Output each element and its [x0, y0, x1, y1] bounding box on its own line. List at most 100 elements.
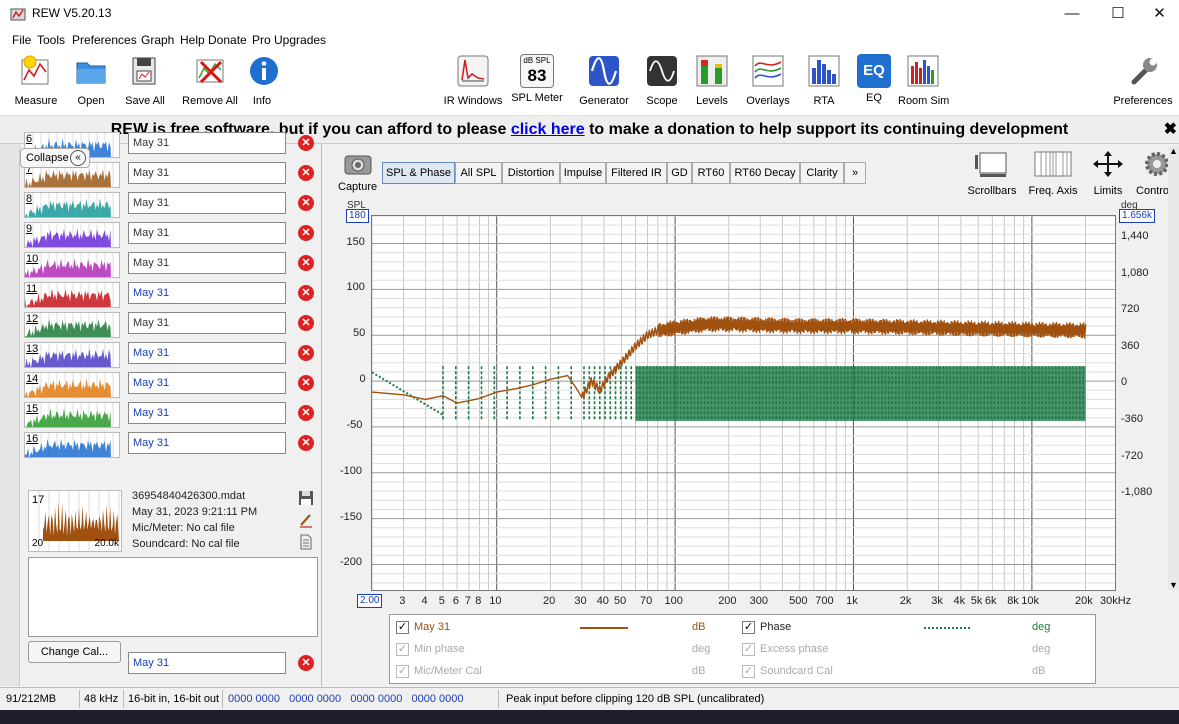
- info-button[interactable]: Info: [247, 54, 278, 107]
- tab-gd[interactable]: GD: [667, 162, 692, 184]
- notes-document-icon[interactable]: [298, 534, 314, 550]
- tab-all-spl[interactable]: All SPL: [455, 162, 502, 184]
- delete-measurement-icon[interactable]: ✕: [298, 435, 314, 451]
- scope-button[interactable]: Scope: [642, 54, 682, 107]
- legend-checkbox[interactable]: ✓: [396, 665, 409, 678]
- legend-checkbox[interactable]: ✓: [742, 643, 755, 656]
- measurement-row[interactable]: 9 May 31 ✕: [22, 220, 322, 250]
- delete-measurement-icon[interactable]: ✕: [298, 225, 314, 241]
- open-button[interactable]: Open: [71, 54, 111, 107]
- measurement-name-field[interactable]: May 31: [128, 432, 286, 454]
- measurement-row[interactable]: 8 May 31 ✕: [22, 190, 322, 220]
- room-sim-button[interactable]: Room Sim: [898, 54, 949, 107]
- measurement-thumbnail[interactable]: [24, 402, 120, 428]
- close-banner-icon[interactable]: ✖: [1164, 116, 1177, 144]
- measurement-name-field[interactable]: May 31: [128, 252, 286, 274]
- donate-link[interactable]: click here: [511, 121, 585, 138]
- measurement-name-field[interactable]: May 31: [128, 222, 286, 244]
- measurement-row[interactable]: 10 May 31 ✕: [22, 250, 322, 280]
- delete-measurement-icon[interactable]: ✕: [298, 315, 314, 331]
- measurement-row[interactable]: 12 May 31 ✕: [22, 310, 322, 340]
- measurement-thumbnail[interactable]: [24, 252, 120, 278]
- measurement-thumbnail[interactable]: [24, 372, 120, 398]
- scrollbars-button[interactable]: Scrollbars: [964, 150, 1020, 197]
- measurement-row[interactable]: 14 May 31 ✕: [22, 370, 322, 400]
- left-axis-top-limit[interactable]: 180: [346, 209, 369, 223]
- measurement-name-field[interactable]: May 31: [128, 342, 286, 364]
- menu-preferences[interactable]: Preferences: [72, 33, 137, 47]
- next-measurement-name[interactable]: May 31: [128, 652, 286, 674]
- measurement-thumbnail[interactable]: [24, 192, 120, 218]
- tab-more[interactable]: »: [844, 162, 866, 184]
- measurement-row[interactable]: 13 May 31 ✕: [22, 340, 322, 370]
- measurement-name-field[interactable]: May 31: [128, 312, 286, 334]
- measurement-row-next[interactable]: May 31 ✕: [22, 650, 322, 680]
- measurement-thumbnail[interactable]: [24, 282, 120, 308]
- measurement-row[interactable]: 15 May 31 ✕: [22, 400, 322, 430]
- legend-checkbox[interactable]: ✓: [396, 643, 409, 656]
- graph-vertical-scrollbar[interactable]: ▲ ▼: [1168, 146, 1179, 590]
- spl-meter-button[interactable]: dB SPL 83 SPL Meter: [510, 54, 564, 104]
- measurement-name-field[interactable]: May 31: [128, 162, 286, 184]
- levels-button[interactable]: Levels: [692, 54, 732, 107]
- limits-button[interactable]: Limits: [1088, 150, 1128, 197]
- minimize-button[interactable]: —: [1049, 0, 1095, 28]
- measurement-thumbnail[interactable]: [24, 312, 120, 338]
- menu-donate[interactable]: Donate: [208, 33, 247, 47]
- measurement-name-field[interactable]: May 31: [128, 372, 286, 394]
- tab-rt60[interactable]: RT60: [692, 162, 730, 184]
- measurement-row[interactable]: 11 May 31 ✕: [22, 280, 322, 310]
- measurement-row[interactable]: 16 May 31 ✕: [22, 430, 322, 460]
- tab-clarity[interactable]: Clarity: [800, 162, 844, 184]
- scroll-up-icon[interactable]: ▲: [1169, 146, 1178, 156]
- collapse-button[interactable]: Collapse «: [20, 148, 90, 168]
- eq-button[interactable]: EQ EQ: [856, 54, 892, 104]
- close-window-button[interactable]: ✕: [1140, 0, 1179, 28]
- panel-resize-strip[interactable]: [0, 144, 20, 686]
- spl-phase-graph[interactable]: [371, 215, 1116, 591]
- tab-spl-phase[interactable]: SPL & Phase: [382, 162, 455, 184]
- delete-measurement-icon[interactable]: ✕: [298, 345, 314, 361]
- rta-button[interactable]: RTA: [806, 54, 842, 107]
- measurement-thumbnail[interactable]: [24, 222, 120, 248]
- delete-measurement-icon[interactable]: ✕: [298, 375, 314, 391]
- measurement-name-field[interactable]: May 31: [128, 282, 286, 304]
- measurement-name-field[interactable]: May 31: [128, 132, 286, 154]
- tab-impulse[interactable]: Impulse: [560, 162, 606, 184]
- measure-button[interactable]: Measure: [10, 54, 62, 107]
- remove-all-button[interactable]: Remove All: [181, 54, 239, 107]
- measurement-name-field[interactable]: May 31: [128, 192, 286, 214]
- delete-measurement-icon[interactable]: ✕: [298, 655, 314, 671]
- delete-measurement-icon[interactable]: ✕: [298, 135, 314, 151]
- menu-help[interactable]: Help: [180, 33, 205, 47]
- tab-filtered-ir[interactable]: Filtered IR: [606, 162, 667, 184]
- delete-measurement-icon[interactable]: ✕: [298, 405, 314, 421]
- tab-distortion[interactable]: Distortion: [502, 162, 560, 184]
- generator-button[interactable]: Generator: [576, 54, 632, 107]
- scroll-down-icon[interactable]: ▼: [1169, 580, 1178, 590]
- delete-measurement-icon[interactable]: ✕: [298, 165, 314, 181]
- freq-axis-button[interactable]: Freq. Axis: [1024, 150, 1082, 197]
- menu-file[interactable]: File: [12, 33, 31, 47]
- ir-windows-button[interactable]: IR Windows: [442, 54, 504, 107]
- save-measurement-icon[interactable]: [298, 490, 314, 506]
- measurement-thumbnail[interactable]: [24, 432, 120, 458]
- menu-pro-upgrades[interactable]: Pro Upgrades: [252, 33, 326, 47]
- delete-measurement-icon[interactable]: ✕: [298, 195, 314, 211]
- measurement-thumbnail[interactable]: [24, 342, 120, 368]
- save-all-button[interactable]: Save All: [122, 54, 168, 107]
- overlays-button[interactable]: Overlays: [744, 54, 792, 107]
- x-axis-start-limit[interactable]: 2.00: [357, 594, 383, 608]
- legend-checkbox[interactable]: ✓: [742, 665, 755, 678]
- edit-pencil-icon[interactable]: [298, 512, 314, 528]
- capture-button[interactable]: Capture: [338, 152, 377, 193]
- delete-measurement-icon[interactable]: ✕: [298, 285, 314, 301]
- measurement-notes-area[interactable]: [28, 557, 318, 637]
- menu-graph[interactable]: Graph: [141, 33, 174, 47]
- delete-measurement-icon[interactable]: ✕: [298, 255, 314, 271]
- right-axis-top-limit[interactable]: 1.656k: [1119, 209, 1156, 223]
- selected-measurement-thumbnail[interactable]: 17 20 20.0k: [28, 490, 122, 552]
- tab-rt60-decay[interactable]: RT60 Decay: [730, 162, 800, 184]
- legend-checkbox[interactable]: ✓: [396, 621, 409, 634]
- measurement-name-field[interactable]: May 31: [128, 402, 286, 424]
